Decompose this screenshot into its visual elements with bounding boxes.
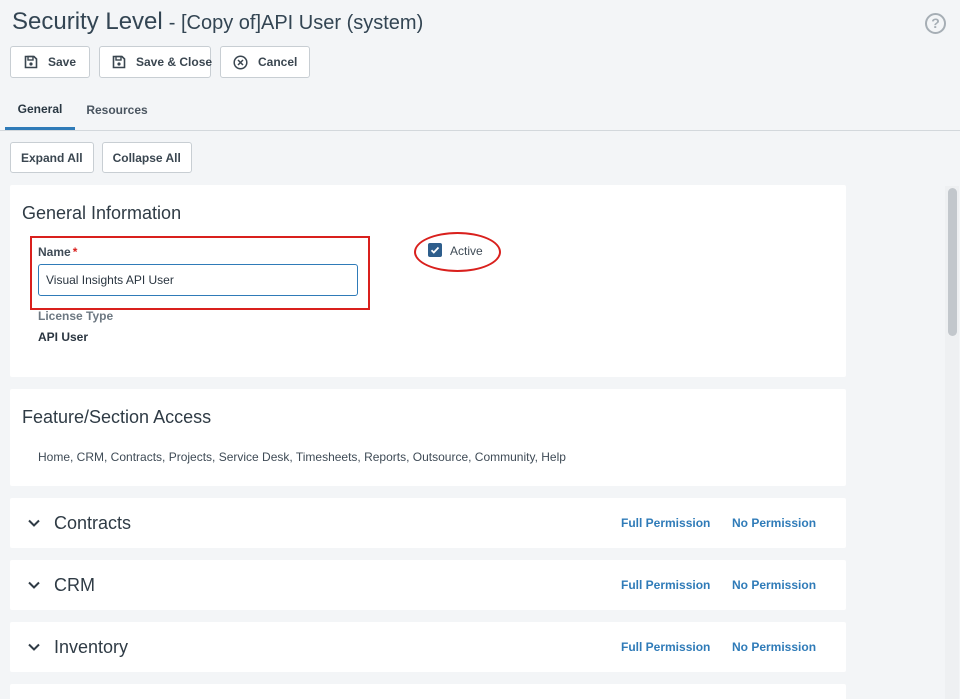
collapse-all-button[interactable]: Collapse All [101, 142, 192, 173]
cancel-button-label: Cancel [258, 55, 298, 69]
save-and-close-button-label: Save & Close [136, 55, 213, 69]
name-label: Name * [38, 245, 77, 259]
no-permission-link[interactable]: No Permission [732, 516, 816, 530]
required-marker: * [72, 245, 78, 259]
scrollbar-thumb[interactable] [948, 188, 957, 336]
section-title: CRM [54, 575, 95, 595]
section-inventory: Inventory Full Permission No Permission [10, 622, 846, 672]
general-information-card: General Information Name* Active License… [10, 185, 846, 377]
name-input[interactable] [38, 264, 358, 296]
chevron-down-icon[interactable] [26, 577, 42, 593]
active-label: Active [450, 244, 483, 258]
active-checkbox[interactable] [428, 243, 442, 257]
full-permission-link[interactable]: Full Permission [621, 640, 710, 654]
chevron-down-icon[interactable] [26, 515, 42, 531]
checkmark-icon [430, 246, 440, 254]
floppy-disk-icon [112, 55, 126, 70]
expand-all-button[interactable]: Expand All [10, 142, 94, 173]
no-permission-link[interactable]: No Permission [732, 578, 816, 592]
save-button-label: Save [48, 55, 77, 69]
full-permission-link[interactable]: Full Permission [621, 516, 710, 530]
help-icon[interactable]: ? [925, 13, 946, 34]
save-and-close-button[interactable]: Save & Close [99, 46, 213, 78]
full-permission-link[interactable]: Full Permission [621, 578, 710, 592]
license-type-value: API User [38, 330, 89, 344]
close-circle-icon [233, 54, 248, 70]
license-type-label: License Type [38, 309, 114, 323]
general-information-title: General Information [22, 203, 182, 223]
feature-access-title: Feature/Section Access [22, 407, 212, 427]
no-permission-link[interactable]: No Permission [732, 640, 816, 654]
save-button[interactable]: Save [10, 46, 90, 78]
chevron-down-icon[interactable] [26, 639, 42, 655]
page-title: Security Level [12, 8, 163, 35]
feature-access-value: Home, CRM, Contracts, Projects, Service … [38, 450, 566, 464]
tab-resources[interactable]: Resources [80, 90, 154, 130]
name-label-text: Name [38, 245, 71, 259]
feature-access-card: Feature/Section Access Home, CRM, Contra… [10, 389, 846, 486]
section-contracts: Contracts Full Permission No Permission [10, 498, 846, 548]
page-subtitle: - [Copy of]API User (system) [168, 12, 424, 34]
expand-collapse-toolbar: Expand All Collapse All [10, 142, 192, 173]
page-header: Security Level - [Copy of]API User (syst… [12, 8, 423, 38]
section-next [10, 684, 846, 699]
tab-bar: General Resources [0, 90, 960, 131]
cancel-button[interactable]: Cancel [220, 46, 310, 78]
floppy-disk-icon [23, 55, 38, 70]
toolbar: Save Save & Close Cancel [10, 46, 310, 78]
section-title: Inventory [54, 637, 129, 657]
tab-general[interactable]: General [5, 90, 75, 130]
section-crm: CRM Full Permission No Permission [10, 560, 846, 610]
section-title: Contracts [54, 513, 132, 533]
